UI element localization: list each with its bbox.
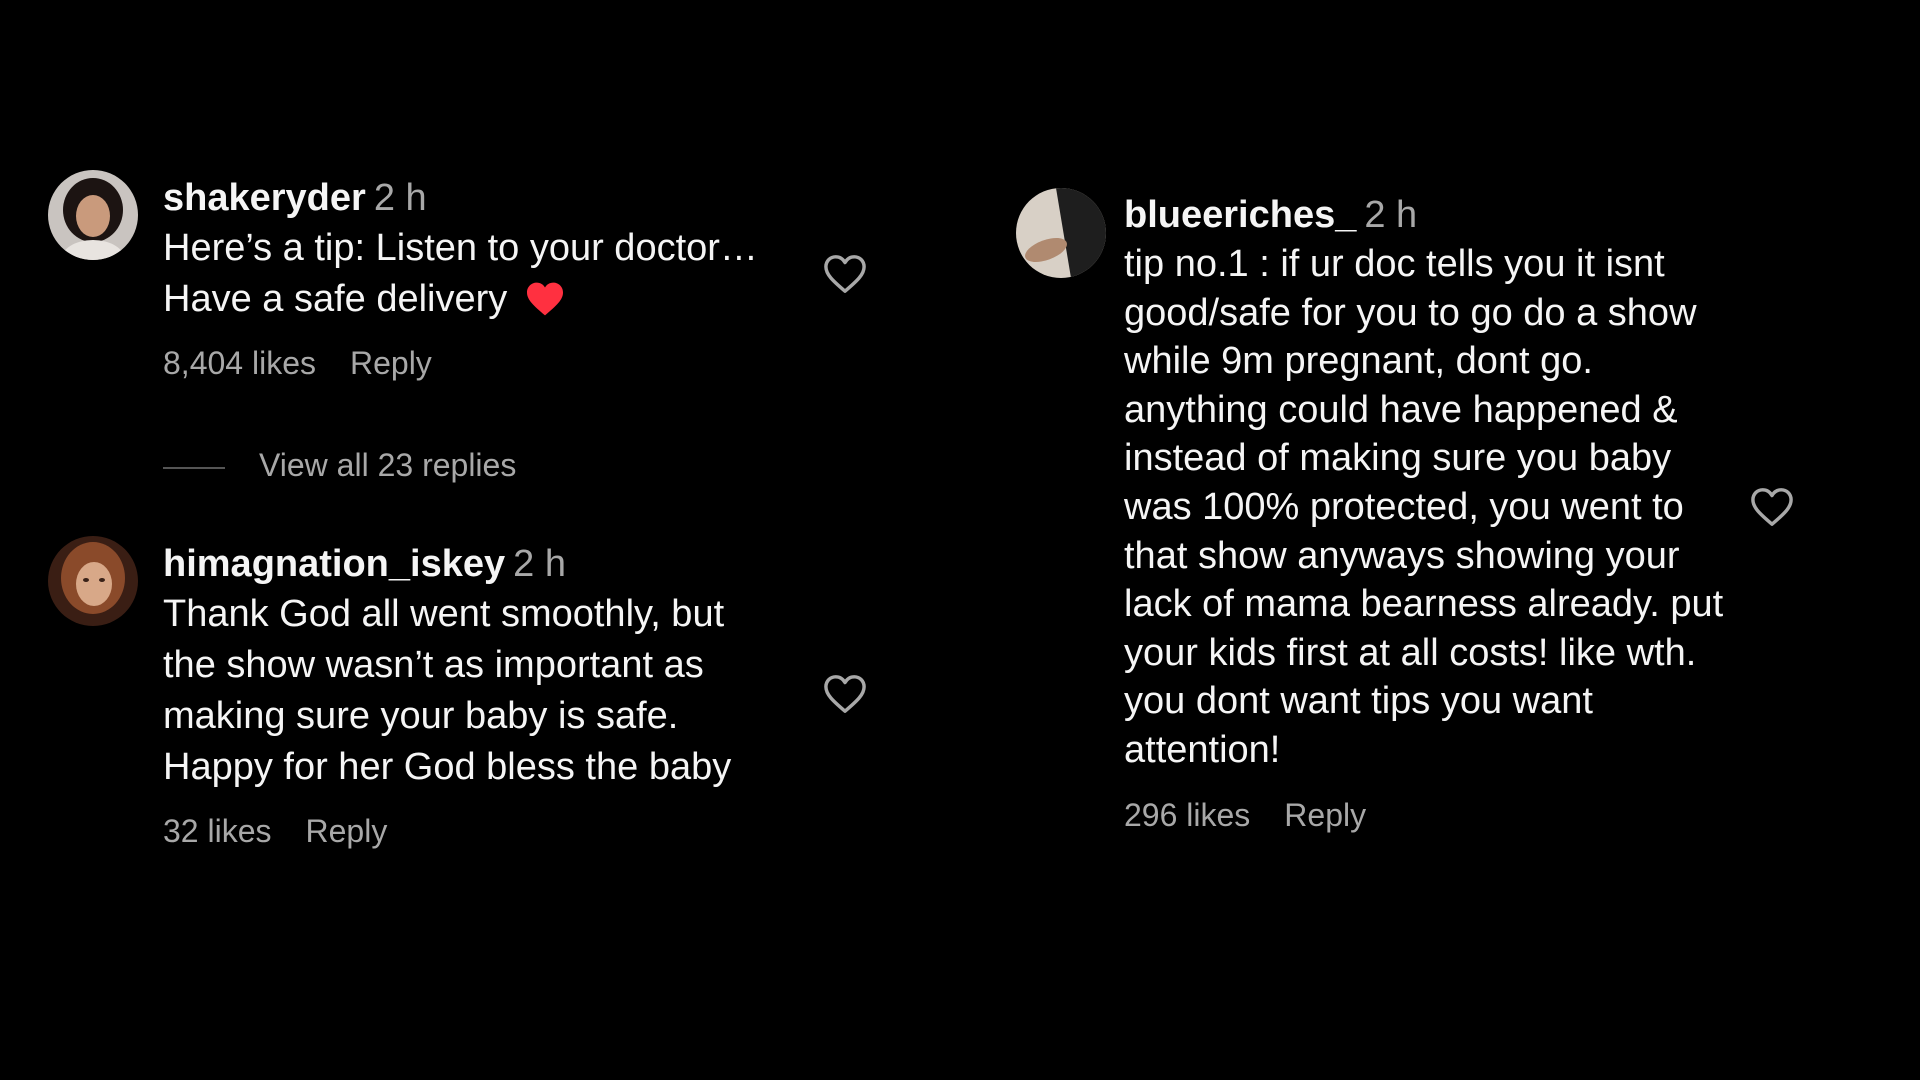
replies-divider (163, 466, 225, 469)
like-heart-icon[interactable] (1749, 486, 1795, 528)
comment-text: Thank God all went smoothly, but the sho… (163, 589, 783, 793)
comment-blueeriches_: blueeriches_ 2 h tip no.1 : if ur doc tel… (1124, 192, 1744, 834)
comment-line-with-emoji: Have a safe delivery (163, 274, 783, 325)
comment-line: Have a safe delivery (163, 278, 508, 320)
comment-line: tip no.1 : if ur doc tells you it isnt (1124, 243, 1665, 285)
timestamp: 2 h (1364, 194, 1418, 236)
username[interactable]: himagnation_iskey (163, 543, 505, 585)
likes-count[interactable]: 32 likes (163, 813, 272, 850)
comment-line: Here’s a tip: Listen to your doctor… (163, 227, 758, 269)
like-heart-icon[interactable] (822, 673, 868, 715)
comment-meta: 296 likes Reply (1124, 797, 1744, 834)
comment-header: shakeryder 2 h (163, 175, 783, 221)
comment-line: instead of making sure you baby (1124, 437, 1672, 480)
comment-text: tip no.1 : if ur doc tells you it isnt g… (1124, 240, 1744, 775)
comment-line: your kids first at all costs! like wth. (1124, 631, 1697, 674)
comment-line: making sure your baby is safe. (163, 695, 679, 737)
comment-line: while 9m pregnant, dont go. (1124, 340, 1593, 383)
avatar[interactable] (48, 536, 138, 626)
comment-line: good/safe for you to go do a show (1124, 291, 1697, 334)
comment-text: Here’s a tip: Listen to your doctor… Hav… (163, 223, 783, 325)
username[interactable]: shakeryder (163, 177, 366, 219)
comment-line: Thank God all went smoothly, but (163, 593, 725, 635)
username[interactable]: blueeriches_ (1124, 194, 1356, 236)
reply-button[interactable]: Reply (306, 813, 388, 850)
comment-line: you dont want tips you want (1124, 680, 1593, 723)
comment-himagnation_iskey: himagnation_iskey 2 h Thank God all went … (163, 541, 783, 850)
comment-line: anything could have happened & (1124, 388, 1678, 431)
comment-line: that show anyways showing your (1124, 534, 1680, 577)
comment-header: blueeriches_ 2 h (1124, 192, 1744, 238)
comment-meta: 8,404 likes Reply (163, 345, 783, 382)
timestamp: 2 h (373, 177, 427, 219)
reply-button[interactable]: Reply (350, 345, 432, 382)
likes-count[interactable]: 8,404 likes (163, 345, 316, 382)
avatar[interactable] (48, 170, 138, 260)
avatar[interactable] (1016, 188, 1106, 278)
comment-meta: 32 likes Reply (163, 813, 783, 850)
timestamp: 2 h (513, 543, 566, 585)
red-heart-emoji (525, 280, 565, 316)
comment-line: was 100% protected, you went to (1124, 485, 1684, 528)
comment-line: Happy for her God bless the baby (163, 746, 732, 788)
comment-header: himagnation_iskey 2 h (163, 541, 783, 587)
view-replies-link[interactable]: View all 23 replies (163, 447, 516, 484)
comment-line: lack of mama bearness already. put (1124, 583, 1724, 626)
like-heart-icon[interactable] (822, 253, 868, 295)
comment-line: the show wasn’t as important as (163, 644, 704, 686)
comment-shakeryder: shakeryder 2 h Here’s a tip: Listen to yo… (163, 175, 783, 382)
reply-button[interactable]: Reply (1284, 797, 1366, 834)
view-replies-label: View all 23 replies (259, 447, 517, 483)
likes-count[interactable]: 296 likes (1124, 797, 1250, 834)
comment-line: attention! (1124, 728, 1281, 771)
